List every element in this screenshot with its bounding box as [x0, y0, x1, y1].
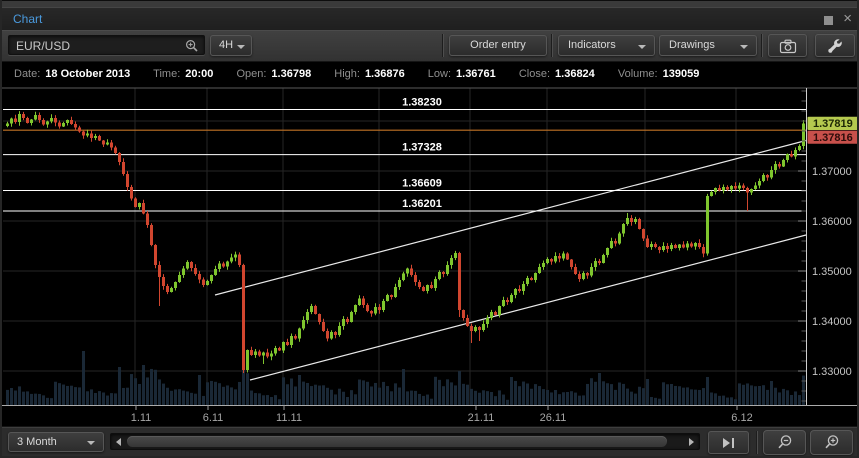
time-axis[interactable]: 1.11 6.11 11.11 21.11 26.11 6.12 — [131, 405, 753, 424]
drawings-dropdown[interactable]: Drawings — [659, 35, 757, 56]
toolbar-separator — [442, 34, 444, 57]
window-top-edge — [0, 0, 859, 7]
high-value: 1.36876 — [364, 68, 405, 80]
window-title: Chart — [13, 12, 43, 26]
timeframe-dropdown[interactable]: 4H — [210, 35, 252, 56]
svg-text:1.34000: 1.34000 — [812, 316, 852, 328]
svg-text:1.37000: 1.37000 — [812, 166, 852, 178]
date-value: 18 October 2013 — [45, 68, 131, 80]
scroll-right-icon[interactable] — [689, 438, 694, 446]
chevron-down-icon — [237, 45, 245, 49]
indicators-label: Indicators — [568, 39, 616, 51]
last-price-badge: 1.37816 — [813, 132, 853, 144]
svg-text:1.11: 1.11 — [131, 412, 152, 424]
date-label: Date: — [14, 68, 41, 80]
svg-text:11.11: 11.11 — [276, 412, 302, 424]
svg-text:1.36609: 1.36609 — [402, 178, 442, 190]
zoom-out-icon — [764, 431, 805, 454]
symbol-search-zoom-icon[interactable] — [185, 39, 199, 53]
order-entry-button[interactable]: Order entry — [449, 35, 547, 56]
price-badges: 1.37819 1.37816 — [807, 116, 859, 144]
open-value: 1.36798 — [271, 68, 312, 80]
volume-value: 139059 — [662, 68, 700, 80]
time-label: Time: — [153, 68, 181, 80]
skip-to-end-button[interactable] — [708, 431, 749, 454]
time-value: 20:00 — [185, 68, 214, 80]
svg-text:1.37328: 1.37328 — [402, 142, 442, 154]
wrench-icon — [816, 35, 854, 56]
close-value: 1.36824 — [555, 68, 595, 80]
grid-layer — [3, 88, 806, 405]
zoom-in-icon — [811, 431, 852, 454]
svg-text:1.38230: 1.38230 — [402, 97, 442, 109]
low-value: 1.36761 — [456, 68, 496, 80]
toolbar-separator — [761, 34, 763, 57]
toolbar-separator — [551, 34, 553, 57]
chevron-down-icon — [638, 45, 646, 49]
range-dropdown[interactable]: 3 Month — [8, 432, 104, 452]
close-icon[interactable]: × — [843, 10, 852, 27]
ohlc-info-bar: Date: 18 October 2013 Time: 20:00 Open: 1.3… — [0, 62, 859, 86]
trendline-layer[interactable] — [214, 139, 807, 381]
settings-button[interactable] — [815, 34, 855, 57]
symbol-value: EUR/USD — [16, 39, 71, 53]
svg-text:6.11: 6.11 — [203, 412, 224, 424]
svg-text:1.35000: 1.35000 — [812, 266, 852, 278]
ask-price-badge: 1.37819 — [813, 118, 853, 130]
price-chart[interactable]: 1.38230 1.37328 1.36609 1.36201 1.37000 1.360… — [0, 86, 859, 426]
zoom-out-button[interactable] — [763, 430, 806, 455]
bottom-separator — [756, 431, 758, 454]
symbol-search-input[interactable]: EUR/USD — [8, 35, 205, 55]
window-titlebar[interactable]: Chart × — [0, 7, 859, 30]
skip-to-end-icon — [709, 432, 748, 453]
drawings-label: Drawings — [669, 39, 715, 51]
high-label: High: — [334, 68, 360, 80]
svg-text:26.11: 26.11 — [540, 412, 567, 424]
plot-frame — [0, 87, 859, 406]
scroll-left-icon[interactable] — [116, 438, 121, 446]
open-label: Open: — [236, 68, 267, 80]
maximize-icon[interactable] — [824, 16, 833, 25]
svg-text:21.11: 21.11 — [468, 412, 495, 424]
svg-text:1.36000: 1.36000 — [812, 216, 852, 228]
snapshot-button[interactable] — [768, 34, 807, 57]
svg-text:6.12: 6.12 — [731, 412, 752, 424]
chevron-down-icon — [87, 441, 95, 445]
low-label: Low: — [427, 68, 452, 80]
chart-scrollbar[interactable] — [110, 433, 700, 450]
svg-text:1.33000: 1.33000 — [812, 366, 852, 378]
chart-toolbar: EUR/USD 4H Order entry Indicators Drawin… — [0, 30, 859, 62]
range-label: 3 Month — [17, 436, 57, 448]
chevron-down-icon — [740, 45, 748, 49]
svg-text:1.36201: 1.36201 — [402, 198, 442, 210]
close-label: Close: — [518, 68, 551, 80]
indicators-dropdown[interactable]: Indicators — [558, 35, 655, 56]
srlabel-layer: 1.38230 1.37328 1.36609 1.36201 — [402, 97, 442, 210]
volume-label: Volume: — [617, 68, 658, 80]
scrollbar-thumb[interactable] — [127, 436, 667, 447]
camera-icon — [769, 35, 806, 56]
volume-layer — [6, 351, 805, 405]
zoom-in-button[interactable] — [810, 430, 853, 455]
timeframe-value: 4H — [219, 39, 234, 51]
bottom-bar: 3 Month — [0, 426, 859, 458]
